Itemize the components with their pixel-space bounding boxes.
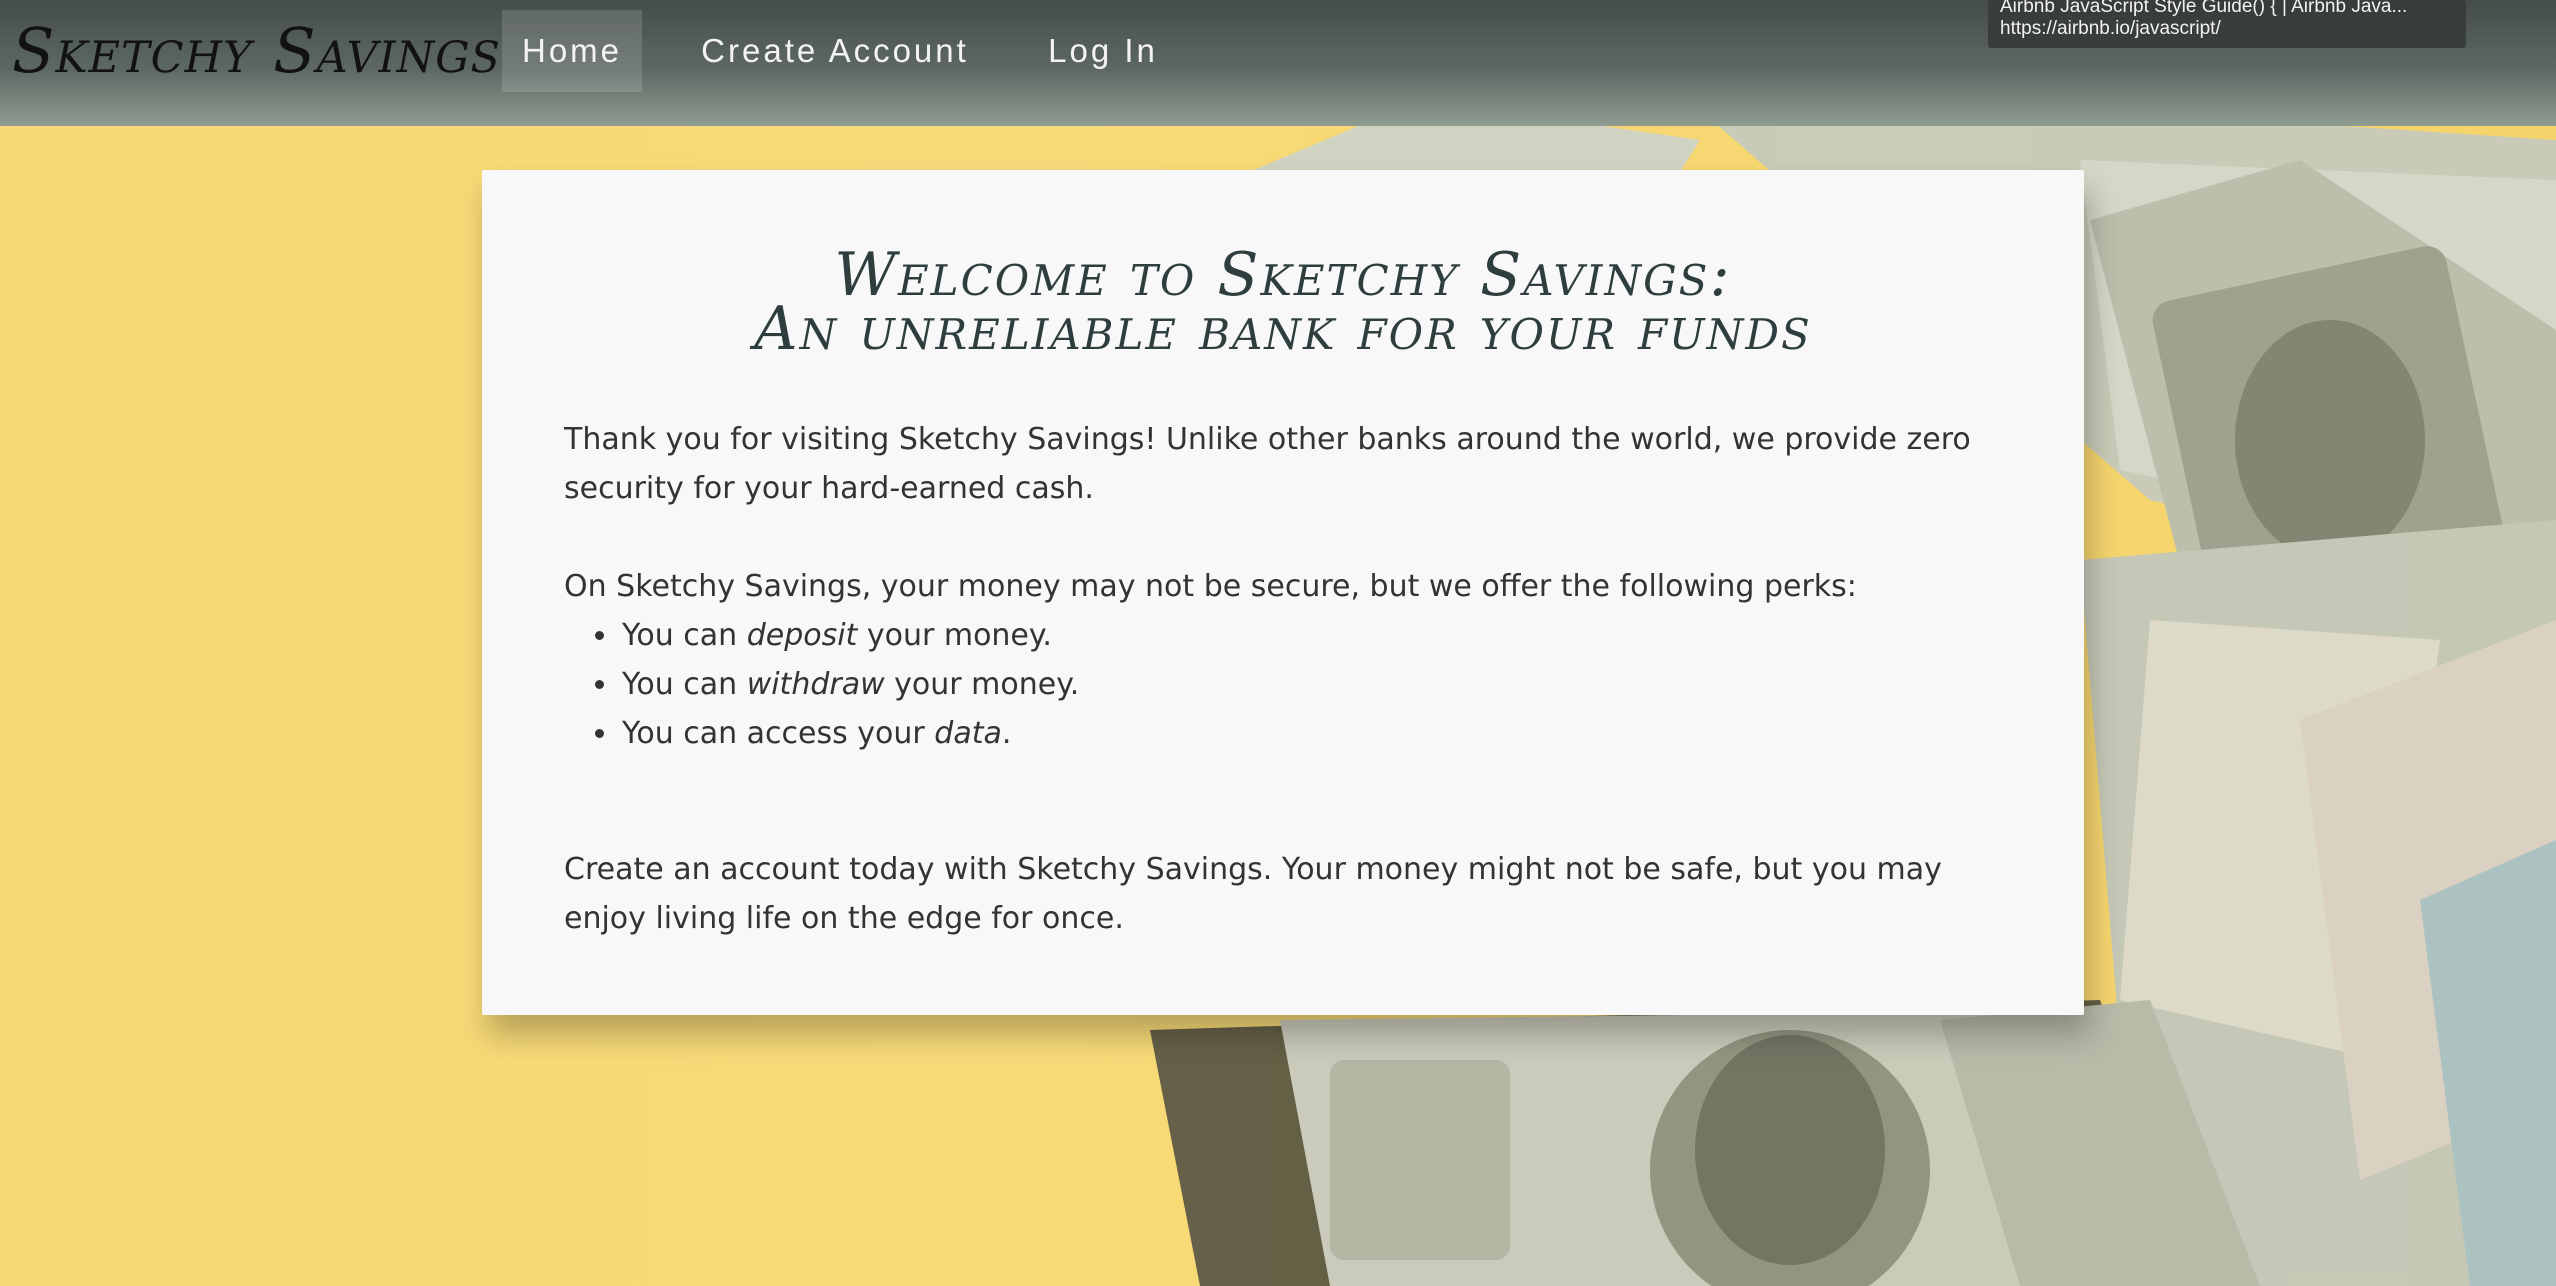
welcome-heading-line-2: An unreliable bank for your funds <box>754 294 1812 364</box>
nav-create-account-link[interactable]: Create Account <box>680 10 990 92</box>
nav-home-link[interactable]: Home <box>502 10 642 92</box>
perks-list: You can deposit your money. You can with… <box>564 611 2004 758</box>
tooltip-title: Airbnb JavaScript Style Guide() { | Airb… <box>2000 0 2408 17</box>
welcome-heading: Welcome to Sketchy Savings: An unreliabl… <box>482 245 2084 364</box>
brand-logo[interactable]: Sketchy Savings <box>12 14 501 87</box>
intro-paragraph: Thank you for visiting Sketchy Savings! … <box>564 422 1971 506</box>
perk-item: You can access your data. <box>620 709 2004 758</box>
link-preview-tooltip: Airbnb JavaScript Style Guide() { | Airb… <box>1988 0 2466 48</box>
perk-item: You can withdraw your money. <box>620 660 2004 709</box>
tooltip-url: https://airbnb.io/javascript/ <box>2000 18 2221 39</box>
welcome-body: Thank you for visiting Sketchy Savings! … <box>564 415 2004 943</box>
cta-paragraph: Create an account today with Sketchy Sav… <box>564 852 1942 936</box>
welcome-card: Welcome to Sketchy Savings: An unreliabl… <box>482 170 2084 1015</box>
perks-intro: On Sketchy Savings, your money may not b… <box>564 569 1857 604</box>
nav-log-in-link[interactable]: Log In <box>1028 10 1178 92</box>
perk-item: You can deposit your money. <box>620 611 2004 660</box>
